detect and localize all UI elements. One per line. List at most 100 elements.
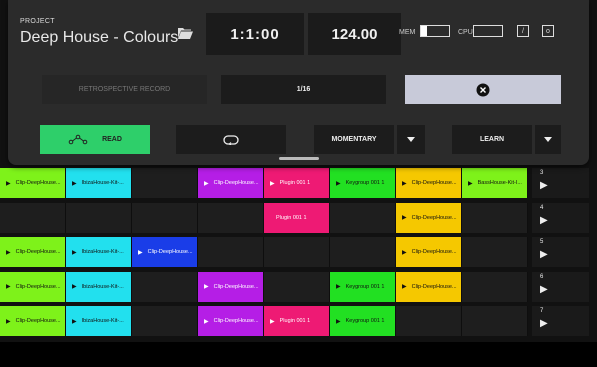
folder-icon[interactable] (178, 27, 193, 39)
clip-pad[interactable]: ▶ Keygroup 001 1 (330, 306, 396, 336)
play-icon: ▶ (540, 249, 548, 260)
clip-label: Clip-DeepHouse... (15, 180, 61, 186)
clip-pad[interactable]: ▶ Clip-DeepHouse... (132, 237, 198, 267)
loop-icon (223, 134, 239, 145)
project-name[interactable]: Deep House - Colours (20, 29, 178, 47)
clip-label: Clip-DeepHouse... (411, 180, 457, 186)
empty-pad[interactable] (462, 271, 528, 302)
tempo-display[interactable]: 124.00 (308, 13, 401, 55)
clip-pad[interactable]: ▶ Clip-DeepHouse... (396, 237, 462, 267)
clip-pad[interactable]: ▶ Clip-DeepHouse... (198, 168, 264, 198)
clip-label: Clip-DeepHouse... (15, 249, 61, 255)
play-icon: ▶ (204, 180, 209, 187)
clip-label: Clip-DeepHouse... (147, 249, 193, 255)
play-icon: ▶ (402, 284, 407, 290)
play-icon: ▶ (6, 249, 11, 256)
retrospective-record-button[interactable]: RETROSPECTIVE RECORD (42, 75, 207, 104)
scene-launch-button[interactable]: 3 ▶ (532, 168, 589, 198)
clip-label: Plugin 001 1 (279, 180, 311, 186)
clip-pad[interactable]: ▶ Keygroup 001 1 (330, 168, 396, 198)
scene-launch-button[interactable]: 7 ▶ (532, 306, 589, 336)
clip-pad[interactable]: ▶ Clip-DeepHouse... (0, 306, 66, 336)
empty-pad[interactable] (66, 202, 132, 233)
clip-pad[interactable]: ▶ Plugin 001 1 (264, 306, 330, 336)
empty-pad[interactable] (132, 306, 198, 336)
learn-button[interactable]: LEARN (452, 125, 532, 154)
mem-label: MEM (399, 29, 416, 36)
clip-pad[interactable]: ▶ IbizaHouse-Kit-... (66, 306, 132, 336)
empty-pad[interactable] (462, 202, 528, 233)
read-label: READ (102, 136, 122, 143)
clip-label: IbizaHouse-Kit-... (81, 283, 124, 290)
scene-number: 7 (540, 308, 544, 314)
empty-pad[interactable] (198, 202, 264, 233)
empty-pad[interactable] (264, 237, 330, 267)
empty-pad[interactable] (330, 202, 396, 233)
empty-pad[interactable] (198, 237, 264, 267)
play-icon: ▶ (6, 318, 11, 325)
empty-pad[interactable] (396, 306, 462, 336)
quantize-button[interactable]: 1/16 (221, 75, 386, 104)
play-icon: ▶ (540, 214, 548, 226)
clip-pad[interactable]: ▶ Clip-DeepHouse... (396, 168, 462, 198)
scene-launch-button[interactable]: 5 ▶ (532, 237, 589, 267)
project-label: PROJECT (20, 18, 55, 25)
clip-pad[interactable]: ▶ Clip-DeepHouse... (0, 168, 66, 198)
clip-pad[interactable]: ▶ BassHouse-Kit-I... (462, 168, 528, 198)
clip-pad[interactable]: ▶ IbizaHouse-Kit-... (66, 168, 132, 198)
play-icon: ▶ (6, 284, 11, 290)
play-icon: ▶ (468, 180, 473, 187)
play-icon: ▶ (72, 180, 77, 187)
clip-pad[interactable]: ▶ Clip-DeepHouse... (0, 271, 66, 302)
momentary-dropdown[interactable] (397, 125, 425, 154)
loop-button[interactable] (176, 125, 286, 154)
play-icon: ▶ (336, 180, 341, 187)
clip-pad[interactable]: ▶ Clip-DeepHouse... (198, 306, 264, 336)
empty-pad[interactable] (462, 237, 528, 267)
empty-pad[interactable] (264, 271, 330, 302)
scene-number: 5 (540, 239, 544, 245)
learn-dropdown[interactable] (535, 125, 561, 154)
clip-label: Clip-DeepHouse... (411, 214, 457, 221)
empty-pad[interactable] (0, 202, 66, 233)
clip-pad[interactable]: ▶ IbizaHouse-Kit-... (66, 271, 132, 302)
clip-pad[interactable]: ▶ Clip-DeepHouse... (198, 271, 264, 302)
clip-pad[interactable]: Plugin 001 1 (264, 202, 330, 233)
scene-number: 6 (540, 273, 544, 280)
clip-label: Plugin 001 1 (276, 214, 307, 221)
empty-pad[interactable] (132, 271, 198, 302)
empty-pad[interactable] (330, 237, 396, 267)
clip-label: Clip-DeepHouse... (411, 283, 457, 290)
clip-pad[interactable]: ▶ Keygroup 001 1 (330, 271, 396, 302)
clip-pad[interactable]: ▶ Clip-DeepHouse... (396, 271, 462, 302)
panel-drag-handle[interactable] (279, 157, 319, 160)
cpu-meter (473, 25, 503, 37)
play-icon: ▶ (72, 249, 77, 256)
clip-pad[interactable]: ▶ IbizaHouse-Kit-... (66, 237, 132, 267)
scene-launch-button[interactable]: 4 ▶ (532, 202, 589, 233)
cancel-button[interactable] (405, 75, 561, 104)
empty-pad[interactable] (132, 168, 198, 198)
clip-label: Keygroup 001 1 (345, 283, 385, 290)
momentary-button[interactable]: MOMENTARY (314, 125, 394, 154)
slash-button[interactable]: / (517, 25, 529, 37)
clip-pad[interactable]: ▶ Clip-DeepHouse... (0, 237, 66, 267)
empty-pad[interactable] (462, 306, 528, 336)
empty-pad[interactable] (132, 202, 198, 233)
chevron-down-icon (544, 137, 552, 142)
clip-label: BassHouse-Kit-I... (477, 180, 522, 186)
cpu-label: CPU (458, 29, 473, 36)
play-icon: ▶ (540, 180, 548, 191)
play-icon: ▶ (204, 284, 209, 290)
circle-button[interactable]: o (542, 25, 554, 37)
automation-read-button[interactable]: READ (40, 125, 150, 154)
clip-pad[interactable]: ▶ Clip-DeepHouse... (396, 202, 462, 233)
play-icon: ▶ (336, 318, 341, 325)
play-icon: ▶ (402, 180, 407, 187)
play-icon: ▶ (540, 318, 548, 329)
clip-pad[interactable]: ▶ Plugin 001 1 (264, 168, 330, 198)
play-icon: ▶ (204, 318, 209, 325)
close-icon (476, 83, 490, 96)
scene-launch-button[interactable]: 6 ▶ (532, 271, 589, 302)
transport-position[interactable]: 1:1:00 (206, 13, 304, 55)
